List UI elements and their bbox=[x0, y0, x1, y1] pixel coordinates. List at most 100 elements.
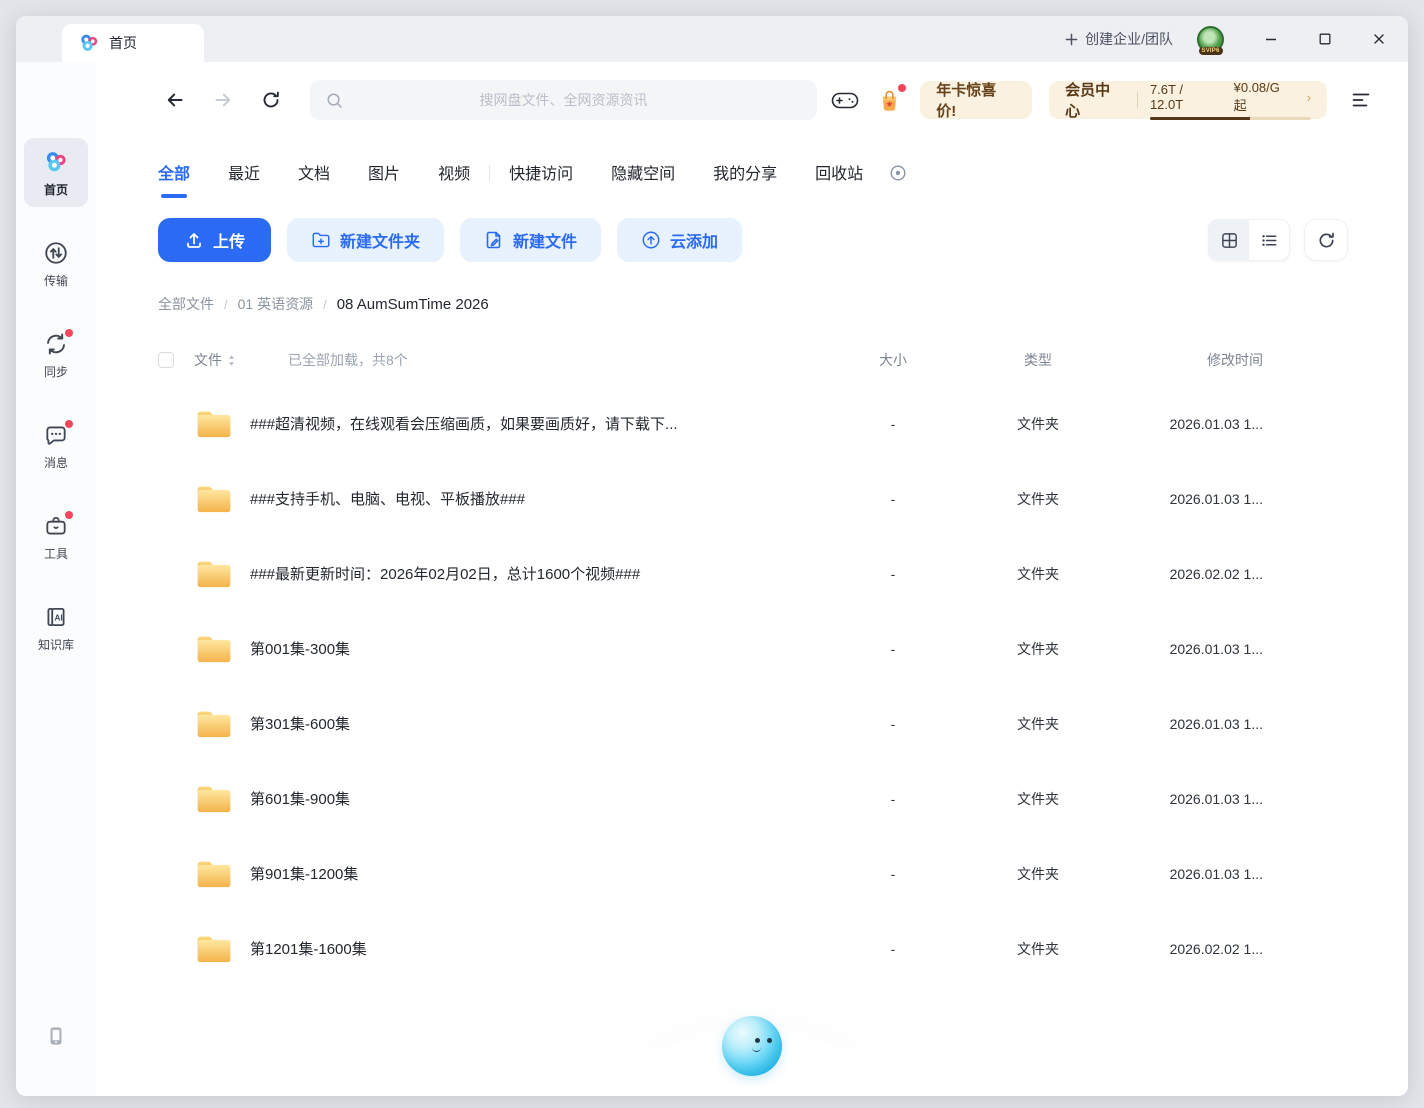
table-row[interactable]: 第1201集-1600集 - 文件夹 2026.02.02 1... bbox=[96, 911, 1408, 986]
tab-home[interactable]: 首页 bbox=[62, 24, 204, 62]
tab-images[interactable]: 图片 bbox=[368, 160, 400, 198]
tab-quick-access[interactable]: 快捷访问 bbox=[509, 160, 573, 198]
table-row[interactable]: 第301集-600集 - 文件夹 2026.01.03 1... bbox=[96, 686, 1408, 761]
file-name[interactable]: ###最新更新时间：2026年02月02日，总计1600个视频### bbox=[250, 563, 656, 584]
tab-recent[interactable]: 最近 bbox=[228, 160, 260, 198]
size-column-header: 大小 bbox=[823, 350, 963, 370]
table-row[interactable]: 第901集-1200集 - 文件夹 2026.01.03 1... bbox=[96, 836, 1408, 911]
rewards-button[interactable] bbox=[876, 87, 903, 114]
tab-documents[interactable]: 文档 bbox=[298, 160, 330, 198]
sidebar-item-knowledge[interactable]: AI 知识库 bbox=[24, 593, 88, 662]
file-size: - bbox=[823, 566, 963, 582]
sidebar-item-tools[interactable]: 工具 bbox=[24, 502, 88, 571]
tab-recycle-bin[interactable]: 回收站 bbox=[815, 160, 863, 198]
file-modified: 2026.01.03 1... bbox=[1113, 491, 1263, 507]
divider bbox=[489, 165, 490, 181]
table-row[interactable]: 第001集-300集 - 文件夹 2026.01.03 1... bbox=[96, 611, 1408, 686]
file-type: 文件夹 bbox=[963, 564, 1113, 584]
tab-all[interactable]: 全部 bbox=[158, 160, 190, 198]
file-name[interactable]: 第001集-300集 bbox=[250, 638, 366, 659]
file-name[interactable]: 第901集-1200集 bbox=[250, 863, 374, 884]
avatar[interactable]: SVIP6 bbox=[1197, 26, 1224, 53]
promo-button[interactable]: 年卡惊喜价! bbox=[920, 81, 1032, 119]
file-modified: 2026.01.03 1... bbox=[1113, 791, 1263, 807]
file-column-header[interactable]: 文件 bbox=[194, 350, 236, 370]
tab-my-shares[interactable]: 我的分享 bbox=[713, 160, 777, 198]
new-folder-button[interactable]: 新建文件夹 bbox=[287, 218, 444, 262]
file-type: 文件夹 bbox=[963, 789, 1113, 809]
maximize-button[interactable] bbox=[1310, 24, 1340, 54]
sidebar-item-messages[interactable]: 消息 bbox=[24, 411, 88, 480]
new-folder-icon bbox=[311, 230, 331, 250]
games-button[interactable] bbox=[831, 90, 859, 111]
cloud-add-label: 云添加 bbox=[670, 228, 718, 252]
file-name[interactable]: ###支持手机、电脑、电视、平板播放### bbox=[250, 488, 541, 509]
table-row[interactable]: ###最新更新时间：2026年02月02日，总计1600个视频### - 文件夹… bbox=[96, 536, 1408, 611]
folder-icon bbox=[194, 556, 234, 591]
file-size: - bbox=[823, 491, 963, 507]
back-button[interactable] bbox=[158, 83, 192, 117]
minimize-button[interactable] bbox=[1256, 24, 1286, 54]
tab-title: 首页 bbox=[109, 33, 137, 53]
file-modified: 2026.01.03 1... bbox=[1113, 866, 1263, 882]
file-name[interactable]: 第1201集-1600集 bbox=[250, 938, 383, 959]
search-icon bbox=[325, 91, 344, 110]
ai-assistant-button[interactable] bbox=[647, 1016, 857, 1096]
grid-view-button[interactable] bbox=[1209, 220, 1249, 260]
sidebar-item-sync[interactable]: 同步 bbox=[24, 320, 88, 389]
breadcrumb-separator: / bbox=[224, 297, 228, 312]
folder-icon bbox=[194, 781, 234, 816]
table-row[interactable]: 第601集-900集 - 文件夹 2026.01.03 1... bbox=[96, 761, 1408, 836]
folder-icon bbox=[194, 631, 234, 666]
file-name[interactable]: ###超清视频，在线观看会压缩画质，如果要画质好，请下载下... bbox=[250, 413, 694, 434]
notification-dot bbox=[898, 84, 906, 92]
upload-button[interactable]: 上传 bbox=[158, 218, 271, 262]
file-modified: 2026.01.03 1... bbox=[1113, 716, 1263, 732]
toolbar: 年卡惊喜价! 会员中心 7.6T / 12.0T ¥0.08/G起 › bbox=[158, 80, 1378, 120]
hamburger-menu-icon bbox=[1351, 90, 1371, 110]
refresh-icon bbox=[1317, 231, 1336, 250]
transfer-icon bbox=[43, 240, 69, 266]
refresh-list-button[interactable] bbox=[1304, 219, 1348, 261]
netdisk-logo-icon bbox=[78, 32, 100, 54]
tab-settings-button[interactable] bbox=[889, 164, 907, 182]
notification-dot bbox=[65, 329, 73, 337]
refresh-button[interactable] bbox=[254, 83, 288, 117]
file-type: 文件夹 bbox=[963, 714, 1113, 734]
forward-arrow-icon bbox=[213, 90, 233, 110]
create-team-button[interactable]: 创建企业/团队 bbox=[1059, 25, 1179, 53]
new-file-label: 新建文件 bbox=[513, 228, 577, 252]
table-row[interactable]: ###支持手机、电脑、电视、平板播放### - 文件夹 2026.01.03 1… bbox=[96, 461, 1408, 536]
breadcrumb-folder[interactable]: 01 英语资源 bbox=[238, 294, 313, 314]
new-file-button[interactable]: 新建文件 bbox=[460, 218, 601, 262]
tab-videos[interactable]: 视频 bbox=[438, 160, 470, 198]
menu-button[interactable] bbox=[1344, 83, 1378, 117]
search-input[interactable] bbox=[310, 80, 817, 120]
file-name[interactable]: 第301集-600集 bbox=[250, 713, 366, 734]
app-window: 首页 创建企业/团队 SVIP6 bbox=[16, 16, 1408, 1096]
select-all-checkbox[interactable] bbox=[158, 352, 174, 368]
breadcrumb-root[interactable]: 全部文件 bbox=[158, 294, 214, 314]
cloud-add-button[interactable]: 云添加 bbox=[617, 218, 742, 262]
file-list: ###超清视频，在线观看会压缩画质，如果要画质好，请下载下... - 文件夹 2… bbox=[96, 386, 1408, 986]
forward-button[interactable] bbox=[206, 83, 240, 117]
member-center-button[interactable]: 会员中心 7.6T / 12.0T ¥0.08/G起 › bbox=[1049, 81, 1327, 119]
tab-hidden-space[interactable]: 隐藏空间 bbox=[611, 160, 675, 198]
list-view-button[interactable] bbox=[1249, 220, 1289, 260]
table-header: 文件 已全部加载，共8个 大小 类型 修改时间 bbox=[96, 350, 1408, 386]
close-button[interactable] bbox=[1364, 24, 1394, 54]
member-center-label: 会员中心 bbox=[1065, 79, 1125, 121]
table-row[interactable]: ###超清视频，在线观看会压缩画质，如果要画质好，请下载下... - 文件夹 2… bbox=[96, 386, 1408, 461]
grid-view-icon bbox=[1220, 231, 1239, 250]
list-view-icon bbox=[1260, 231, 1279, 250]
sidebar-item-home[interactable]: 首页 bbox=[24, 138, 88, 207]
sidebar-item-transfer[interactable]: 传输 bbox=[24, 229, 88, 298]
close-icon bbox=[1372, 32, 1386, 46]
breadcrumb-separator: / bbox=[323, 297, 327, 312]
mobile-app-button[interactable] bbox=[43, 1023, 69, 1054]
type-column-header: 类型 bbox=[963, 350, 1113, 370]
file-name[interactable]: 第601集-900集 bbox=[250, 788, 366, 809]
price-label: ¥0.08/G起 bbox=[1234, 80, 1293, 114]
plus-icon bbox=[1065, 33, 1078, 46]
upload-label: 上传 bbox=[213, 228, 245, 252]
